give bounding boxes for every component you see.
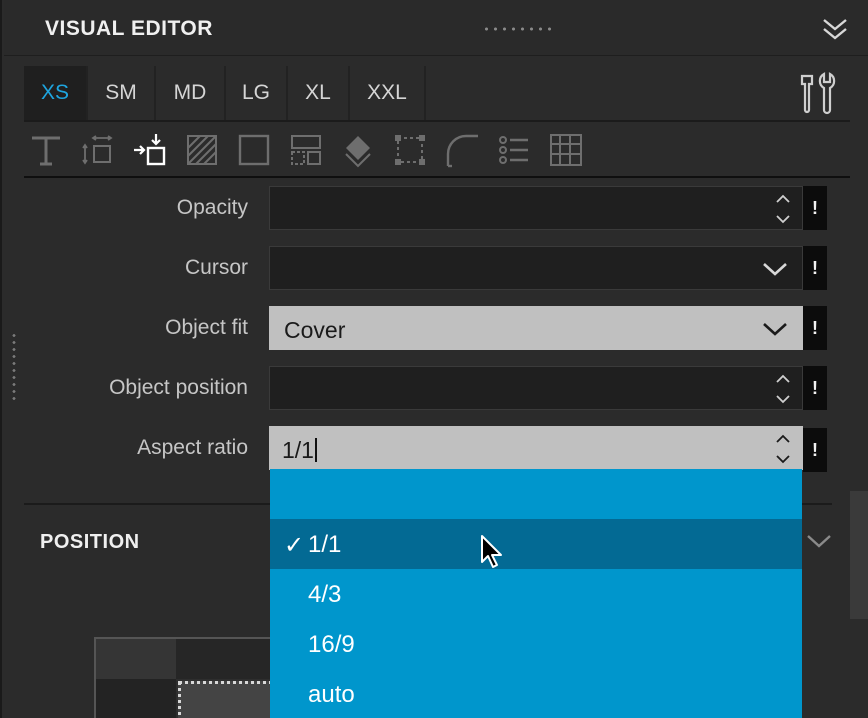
opacity-label: Opacity <box>176 196 248 219</box>
box-icon[interactable] <box>392 132 428 168</box>
chevron-down-icon <box>763 263 787 276</box>
tab-label: LG <box>241 81 270 104</box>
aspect-ratio-input[interactable]: 1/1 <box>269 426 803 470</box>
spinner-arrows-icon[interactable] <box>774 191 792 227</box>
tab-xl[interactable]: XL <box>288 66 350 120</box>
text-caret <box>314 438 317 462</box>
position-box-preview[interactable] <box>94 637 328 718</box>
drag-handle-icon[interactable] <box>482 26 552 32</box>
text-icon[interactable] <box>28 132 64 168</box>
option-label: 4/3 <box>308 581 342 608</box>
border-icon[interactable] <box>236 132 272 168</box>
flex-icon[interactable] <box>288 132 324 168</box>
tab-label: SM <box>105 81 137 104</box>
important-toggle[interactable]: ! <box>803 366 827 410</box>
spacing-icon[interactable] <box>80 132 116 168</box>
breakpoint-tabs: XS SM MD LG XL XXL <box>24 66 850 122</box>
option-label: 16/9 <box>308 631 355 658</box>
tab-label: MD <box>173 81 207 104</box>
dropdown-option-empty[interactable] <box>270 469 802 519</box>
object-position-label: Object position <box>109 376 248 399</box>
list-icon[interactable] <box>496 132 532 168</box>
checkmark-icon: ✓ <box>284 532 305 559</box>
option-label: 1/1 <box>308 531 342 558</box>
grid-icon[interactable] <box>548 132 584 168</box>
object-position-input[interactable] <box>269 366 803 410</box>
dropdown-option-4-3[interactable]: 4/3 <box>270 569 802 619</box>
important-toggle[interactable]: ! <box>803 428 827 472</box>
radius-icon[interactable] <box>444 132 480 168</box>
panel-title: VISUAL EDITOR <box>45 17 213 40</box>
tab-sm[interactable]: SM <box>88 66 156 120</box>
panel-header: VISUAL EDITOR <box>4 0 868 56</box>
tab-xs[interactable]: XS <box>24 66 88 120</box>
tab-xxl[interactable]: XXL <box>350 66 426 120</box>
dropdown-option-1-1[interactable]: ✓ 1/1 <box>270 519 802 569</box>
chevron-down-icon <box>763 323 787 336</box>
position-cell <box>96 639 176 679</box>
cursor-label: Cursor <box>184 256 248 279</box>
aspect-ratio-value: 1/1 <box>282 437 314 463</box>
important-toggle[interactable]: ! <box>803 306 827 350</box>
visual-editor-panel: VISUAL EDITOR XS SM MD LG XL XXL Opacity… <box>0 0 868 718</box>
chevron-down-icon[interactable] <box>806 532 832 550</box>
object-fit-select[interactable]: Cover <box>269 306 803 350</box>
double-chevron-down-icon[interactable] <box>820 14 850 44</box>
tab-label: XS <box>40 81 69 104</box>
dropdown-option-16-9[interactable]: 16/9 <box>270 619 802 669</box>
dropdown-option-auto[interactable]: auto <box>270 669 802 718</box>
tab-md[interactable]: MD <box>156 66 226 120</box>
tools-icon[interactable] <box>796 70 840 116</box>
style-category-toolbar <box>24 122 850 178</box>
position-cell <box>96 679 176 718</box>
tab-label: XXL <box>367 81 407 104</box>
object-fit-value: Cover <box>284 317 346 343</box>
cursor-select[interactable] <box>269 246 803 290</box>
transform-icon[interactable] <box>340 132 376 168</box>
option-label: auto <box>308 681 355 708</box>
tab-lg[interactable]: LG <box>226 66 288 120</box>
opacity-input[interactable] <box>269 186 803 230</box>
object-fit-label: Object fit <box>165 316 248 339</box>
aspect-ratio-dropdown: ✓ 1/1 4/3 16/9 auto <box>270 469 802 718</box>
layout-icon[interactable] <box>132 132 168 168</box>
tab-label: XL <box>305 81 331 104</box>
background-icon[interactable] <box>184 132 220 168</box>
important-toggle[interactable]: ! <box>803 186 827 230</box>
mouse-pointer-icon <box>481 535 502 568</box>
spinner-arrows-icon[interactable] <box>774 371 792 407</box>
aspect-ratio-label: Aspect ratio <box>137 436 248 459</box>
spinner-arrows-icon[interactable] <box>774 431 792 467</box>
scrollbar-thumb[interactable] <box>850 491 868 619</box>
aspect-ratio-value-wrap: 1/1 <box>282 437 317 464</box>
position-section-title[interactable]: POSITION <box>40 531 140 554</box>
important-toggle[interactable]: ! <box>803 246 827 290</box>
